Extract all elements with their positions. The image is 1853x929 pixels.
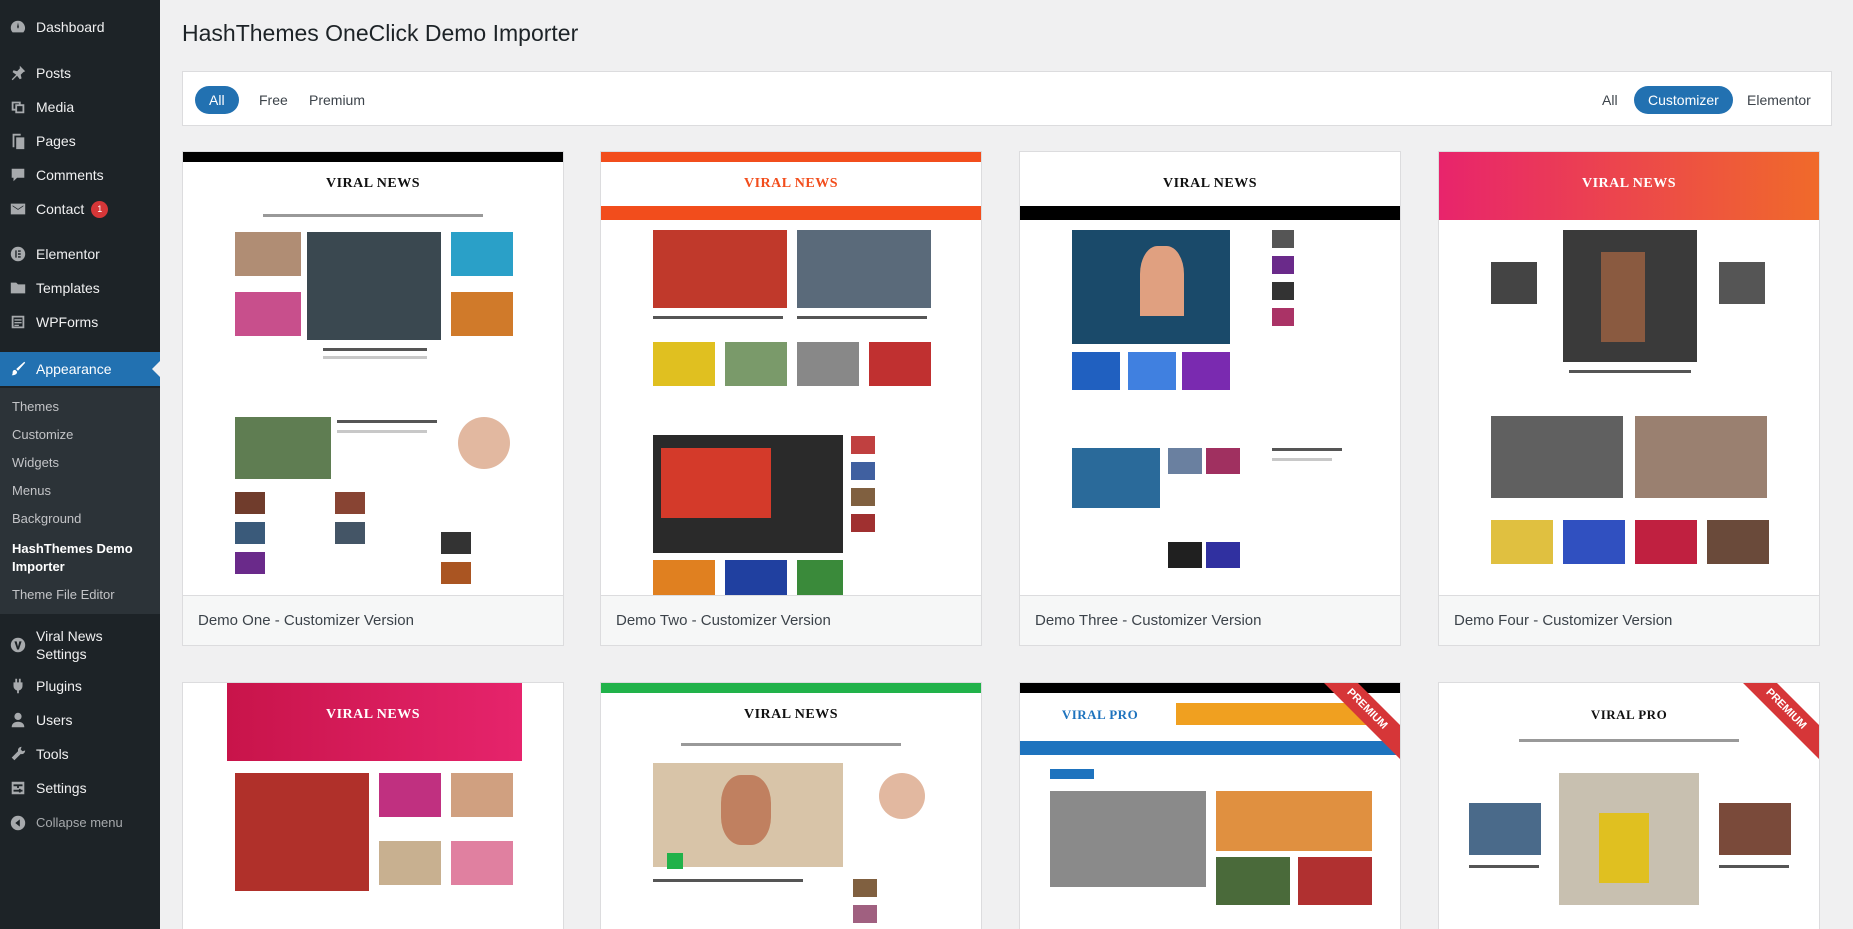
- media-icon: [0, 98, 36, 116]
- menu-plugins[interactable]: Plugins: [0, 669, 160, 703]
- demo-logo: VIRAL NEWS: [1162, 176, 1258, 191]
- menu-contact-label: Contact: [36, 201, 85, 217]
- menu-media[interactable]: Media: [0, 90, 160, 124]
- active-menu-arrow: [152, 361, 160, 377]
- filter-type-all[interactable]: All: [195, 86, 239, 114]
- demo-title: Demo Three - Customizer Version: [1020, 595, 1400, 645]
- submenu-demo-importer[interactable]: HashThemes Demo Importer: [12, 540, 152, 576]
- demo-card[interactable]: VIRAL NEWS Demo Two - Customizer Version: [600, 151, 982, 646]
- menu-appearance-label: Appearance: [36, 361, 112, 377]
- demo-title: Demo Four - Customizer Version: [1439, 595, 1819, 645]
- demo-preview-image: VIRAL NEWS: [601, 683, 981, 929]
- menu-pages-label: Pages: [36, 133, 76, 149]
- collapse-icon: [0, 814, 36, 832]
- menu-wpforms[interactable]: WPForms: [0, 305, 160, 339]
- brush-icon: [0, 360, 36, 378]
- form-icon: [0, 313, 36, 331]
- demo-logo: VIRAL NEWS: [325, 707, 421, 722]
- demo-card[interactable]: VIRAL NEWS: [600, 682, 982, 929]
- submenu-menus[interactable]: Menus: [12, 482, 152, 500]
- plugin-icon: [0, 677, 36, 695]
- dashboard-icon: [0, 18, 36, 36]
- demo-logo: VIRAL NEWS: [1581, 176, 1677, 191]
- settings-icon: [0, 779, 36, 797]
- pin-icon: [0, 64, 36, 82]
- mail-icon: [0, 200, 36, 218]
- demo-preview-image: VIRAL NEWS: [183, 683, 563, 929]
- demo-card[interactable]: VIRAL PRO PREMIUM: [1438, 682, 1820, 929]
- filter-builder-all[interactable]: All: [1588, 86, 1632, 114]
- menu-media-label: Media: [36, 99, 75, 115]
- demo-logo: VIRAL NEWS: [325, 176, 421, 191]
- menu-comments-label: Comments: [36, 167, 104, 183]
- submenu-theme-file-editor[interactable]: Theme File Editor: [12, 586, 152, 604]
- menu-viral-news-settings-label: Viral News Settings: [36, 628, 103, 662]
- menu-contact[interactable]: Contact 1: [0, 192, 160, 226]
- submenu-widgets[interactable]: Widgets: [12, 454, 152, 472]
- admin-sidebar: Dashboard Posts Media Pages Comments Con…: [0, 0, 160, 929]
- menu-users-label: Users: [36, 712, 73, 728]
- page-title: HashThemes OneClick Demo Importer: [182, 20, 579, 46]
- demo-logo: VIRAL NEWS: [743, 707, 839, 722]
- menu-pages[interactable]: Pages: [0, 124, 160, 158]
- demo-title: Demo Two - Customizer Version: [601, 595, 981, 645]
- menu-comments[interactable]: Comments: [0, 158, 160, 192]
- menu-tools-label: Tools: [36, 746, 69, 762]
- menu-posts[interactable]: Posts: [0, 56, 160, 90]
- filter-builder-elementor[interactable]: Elementor: [1733, 86, 1825, 114]
- demo-preview-image: VIRAL PRO: [1439, 683, 1819, 929]
- contact-count-badge: 1: [91, 200, 109, 218]
- menu-collapse-label: Collapse menu: [36, 815, 123, 830]
- filter-type-free[interactable]: Free: [245, 86, 302, 114]
- menu-users[interactable]: Users: [0, 703, 160, 737]
- demo-card[interactable]: VIRAL NEWS Demo Four - Customizer Versio…: [1438, 151, 1820, 646]
- menu-settings[interactable]: Settings: [0, 771, 160, 805]
- demo-card[interactable]: VIRAL NEWS: [182, 682, 564, 929]
- demo-preview-image: VIRAL PRO: [1020, 683, 1400, 929]
- elementor-icon: [0, 245, 36, 263]
- demo-card[interactable]: VIRAL PRO PREMIUM: [1019, 682, 1401, 929]
- demo-preview-image: VIRAL NEWS: [183, 152, 563, 597]
- folder-icon: [0, 279, 36, 297]
- user-icon: [0, 711, 36, 729]
- filter-bar: All Free Premium All Customizer Elemento…: [182, 71, 1832, 126]
- appearance-submenu: Themes Customize Widgets Menus Backgroun…: [0, 388, 160, 614]
- menu-wpforms-label: WPForms: [36, 314, 99, 330]
- demo-title: Demo One - Customizer Version: [183, 595, 563, 645]
- demo-card[interactable]: VIRAL NEWS Demo One - Customizer Version: [182, 151, 564, 646]
- menu-appearance[interactable]: Appearance: [0, 352, 160, 386]
- filter-builder-customizer[interactable]: Customizer: [1634, 86, 1733, 114]
- submenu-customize[interactable]: Customize: [12, 426, 152, 444]
- menu-dashboard-label: Dashboard: [36, 19, 105, 35]
- demo-preview-image: VIRAL NEWS: [601, 152, 981, 597]
- menu-settings-label: Settings: [36, 780, 87, 796]
- pages-icon: [0, 132, 36, 150]
- menu-templates-label: Templates: [36, 280, 100, 296]
- menu-dashboard[interactable]: Dashboard: [0, 10, 160, 44]
- demo-logo: VIRAL NEWS: [743, 176, 839, 191]
- wrench-icon: [0, 745, 36, 763]
- demo-card[interactable]: VIRAL NEWS Demo Three - Customizer Versi…: [1019, 151, 1401, 646]
- submenu-themes[interactable]: Themes: [12, 398, 152, 416]
- demo-preview-image: VIRAL NEWS: [1020, 152, 1400, 597]
- submenu-background[interactable]: Background: [12, 510, 152, 528]
- menu-viral-news-settings[interactable]: Viral News Settings: [0, 624, 160, 666]
- filter-type-premium[interactable]: Premium: [295, 86, 379, 114]
- menu-collapse[interactable]: Collapse menu: [0, 806, 160, 840]
- menu-tools[interactable]: Tools: [0, 737, 160, 771]
- menu-templates[interactable]: Templates: [0, 271, 160, 305]
- viral-icon: [0, 636, 36, 654]
- demo-preview-image: VIRAL NEWS: [1439, 152, 1819, 597]
- menu-elementor[interactable]: Elementor: [0, 237, 160, 271]
- comment-icon: [0, 166, 36, 184]
- menu-posts-label: Posts: [36, 65, 72, 81]
- menu-elementor-label: Elementor: [36, 246, 100, 262]
- demo-logo: VIRAL PRO: [1590, 707, 1668, 722]
- menu-plugins-label: Plugins: [36, 678, 82, 694]
